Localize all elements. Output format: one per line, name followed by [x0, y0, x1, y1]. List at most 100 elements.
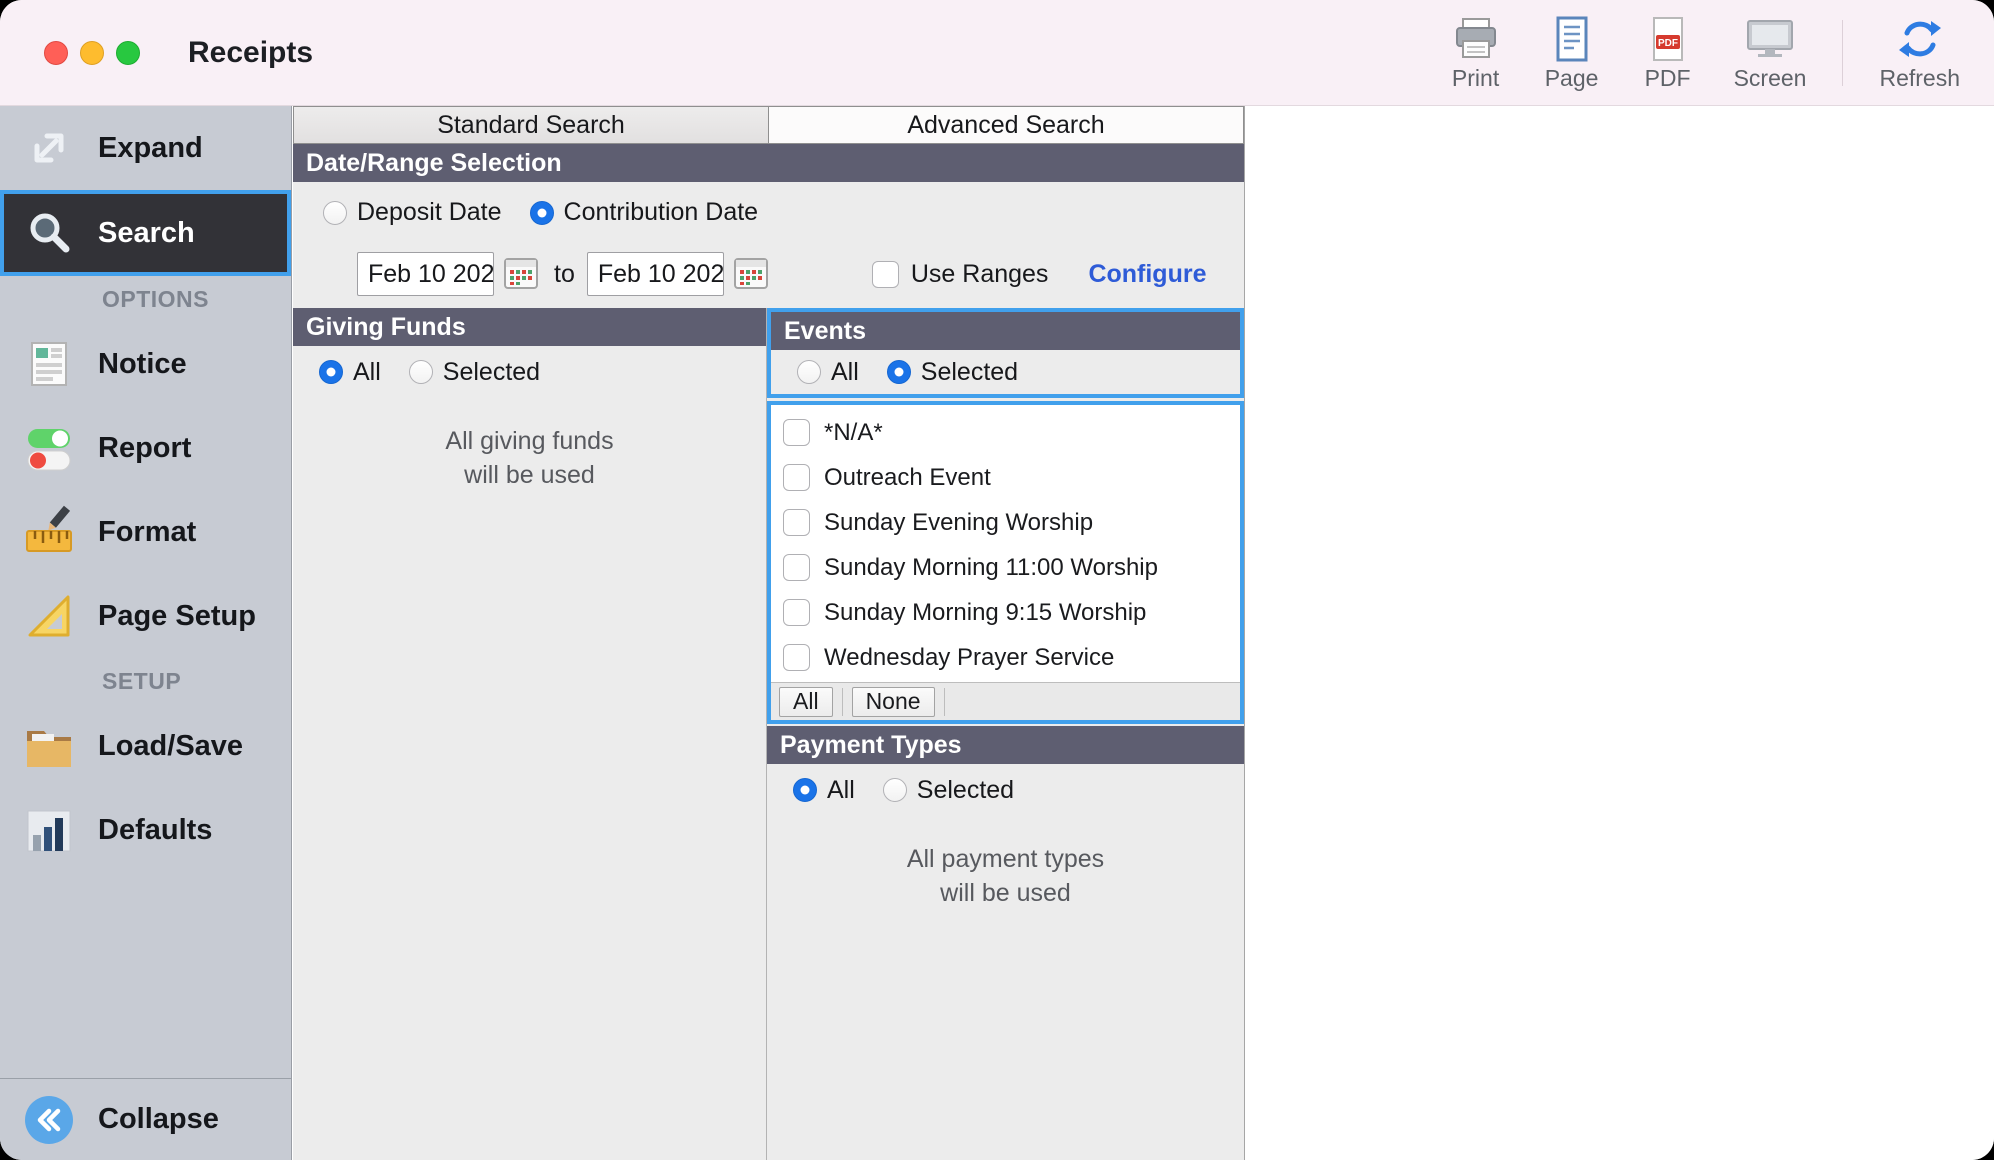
- tab-standard-search[interactable]: Standard Search: [293, 106, 769, 144]
- giving-funds-selected-radio[interactable]: [409, 360, 433, 384]
- toolbar-screen-label: Screen: [1734, 65, 1807, 92]
- sidebar-item-page-setup[interactable]: Page Setup: [0, 574, 291, 658]
- giving-funds-all-option[interactable]: All: [319, 358, 381, 387]
- expand-arrows-icon: [20, 119, 78, 177]
- event-row[interactable]: Wednesday Prayer Service: [771, 635, 1240, 680]
- payment-types-all-radio[interactable]: [793, 778, 817, 802]
- toolbar-page-button[interactable]: Page: [1542, 10, 1602, 102]
- to-date-input[interactable]: [587, 252, 724, 296]
- giving-funds-all-radio[interactable]: [319, 360, 343, 384]
- toolbar-screen-button[interactable]: Screen: [1734, 10, 1807, 102]
- event-checkbox[interactable]: [783, 464, 810, 491]
- contribution-date-option[interactable]: Contribution Date: [530, 198, 759, 227]
- sidebar-item-collapse[interactable]: Collapse: [0, 1078, 291, 1160]
- contribution-date-label: Contribution Date: [564, 198, 759, 227]
- use-ranges-checkbox[interactable]: [872, 261, 899, 288]
- event-row[interactable]: Sunday Morning 9:15 Worship: [771, 590, 1240, 635]
- calendar-icon: [503, 256, 539, 293]
- events-select-all-button[interactable]: All: [779, 687, 833, 717]
- zoom-button[interactable]: [116, 41, 140, 65]
- payment-types-all-option[interactable]: All: [793, 776, 855, 805]
- screen-icon: [1744, 10, 1796, 62]
- events-all-radio[interactable]: [797, 360, 821, 384]
- event-row[interactable]: *N/A*: [771, 410, 1240, 455]
- events-header-box: Events All Selected: [767, 308, 1244, 398]
- sidebar-notice-label: Notice: [98, 348, 187, 381]
- toolbar-refresh-button[interactable]: Refresh: [1879, 10, 1960, 102]
- contribution-date-radio[interactable]: [530, 201, 554, 225]
- deposit-date-radio[interactable]: [323, 201, 347, 225]
- sidebar-item-report[interactable]: Report: [0, 406, 291, 490]
- event-checkbox[interactable]: [783, 554, 810, 581]
- to-label: to: [554, 260, 575, 289]
- event-row[interactable]: Outreach Event: [771, 455, 1240, 500]
- events-all-option[interactable]: All: [797, 358, 859, 387]
- events-selected-radio[interactable]: [887, 360, 911, 384]
- events-section: Events All Selected: [767, 308, 1244, 1160]
- minimize-button[interactable]: [80, 41, 104, 65]
- configure-link[interactable]: Configure: [1088, 260, 1206, 289]
- magnifier-icon: [20, 204, 78, 262]
- event-label: Outreach Event: [824, 464, 991, 492]
- refresh-icon: [1896, 10, 1944, 62]
- giving-funds-selected-option[interactable]: Selected: [409, 358, 540, 387]
- printer-icon: [1452, 10, 1500, 62]
- toolbar-print-button[interactable]: Print: [1446, 10, 1506, 102]
- event-label: Wednesday Prayer Service: [824, 644, 1114, 672]
- sidebar: Expand Search OPTIONS: [0, 106, 292, 1160]
- sidebar-item-format[interactable]: Format: [0, 490, 291, 574]
- payment-types-header: Payment Types: [767, 726, 1244, 764]
- events-buttons-row: All None: [771, 682, 1240, 720]
- from-date-calendar-button[interactable]: [500, 254, 542, 294]
- giving-funds-section: Giving Funds All Selected All giving fun…: [293, 308, 767, 1160]
- event-checkbox[interactable]: [783, 644, 810, 671]
- events-list-box: *N/A* Outreach Event Sunday Evening Wors…: [767, 401, 1244, 724]
- traffic-lights: [44, 41, 140, 65]
- event-row[interactable]: Sunday Evening Worship: [771, 500, 1240, 545]
- sidebar-item-expand[interactable]: Expand: [0, 106, 291, 190]
- calendar-icon: [733, 256, 769, 293]
- pdf-icon: PDF: [1644, 10, 1692, 62]
- sidebar-item-notice[interactable]: Notice: [0, 322, 291, 406]
- page-icon: [1548, 10, 1596, 62]
- sidebar-search-label: Search: [98, 217, 195, 250]
- sidebar-collapse-label: Collapse: [98, 1103, 219, 1136]
- events-header: Events: [771, 312, 1240, 350]
- toolbar-pdf-label: PDF: [1645, 65, 1691, 92]
- title-bar: Receipts Print: [0, 0, 1994, 106]
- sidebar-item-load-save[interactable]: Load/Save: [0, 704, 291, 788]
- button-separator: [944, 688, 945, 716]
- close-button[interactable]: [44, 41, 68, 65]
- events-list: *N/A* Outreach Event Sunday Evening Wors…: [771, 405, 1240, 680]
- tab-advanced-search[interactable]: Advanced Search: [769, 106, 1244, 144]
- event-label: *N/A*: [824, 419, 883, 447]
- sidebar-item-defaults[interactable]: Defaults: [0, 788, 291, 872]
- sidebar-section-setup: SETUP: [0, 658, 291, 704]
- payment-types-selected-radio[interactable]: [883, 778, 907, 802]
- toolbar-separator: [1842, 20, 1843, 86]
- report-toggles-icon: [20, 419, 78, 477]
- use-ranges-option[interactable]: Use Ranges: [872, 260, 1049, 289]
- events-selected-option[interactable]: Selected: [887, 358, 1018, 387]
- event-checkbox[interactable]: [783, 599, 810, 626]
- events-select-none-button[interactable]: None: [852, 687, 935, 717]
- to-date-calendar-button[interactable]: [730, 254, 772, 294]
- giving-funds-all-label: All: [353, 358, 381, 387]
- sidebar-defaults-label: Defaults: [98, 814, 212, 847]
- toolbar-pdf-button[interactable]: PDF PDF: [1638, 10, 1698, 102]
- deposit-date-option[interactable]: Deposit Date: [323, 198, 502, 227]
- sidebar-item-search[interactable]: Search: [0, 190, 291, 276]
- event-row[interactable]: Sunday Morning 11:00 Worship: [771, 545, 1240, 590]
- bar-chart-icon: [20, 801, 78, 859]
- sidebar-report-label: Report: [98, 432, 191, 465]
- sidebar-section-options: OPTIONS: [0, 276, 291, 322]
- sidebar-expand-label: Expand: [98, 132, 203, 165]
- event-checkbox[interactable]: [783, 419, 810, 446]
- event-label: Sunday Morning 11:00 Worship: [824, 554, 1158, 582]
- from-date-input[interactable]: [357, 252, 494, 296]
- event-checkbox[interactable]: [783, 509, 810, 536]
- search-panel: Standard Search Advanced Search Date/Ran…: [293, 106, 1245, 1160]
- button-separator: [842, 688, 843, 716]
- sidebar-load-save-label: Load/Save: [98, 730, 243, 763]
- payment-types-selected-option[interactable]: Selected: [883, 776, 1014, 805]
